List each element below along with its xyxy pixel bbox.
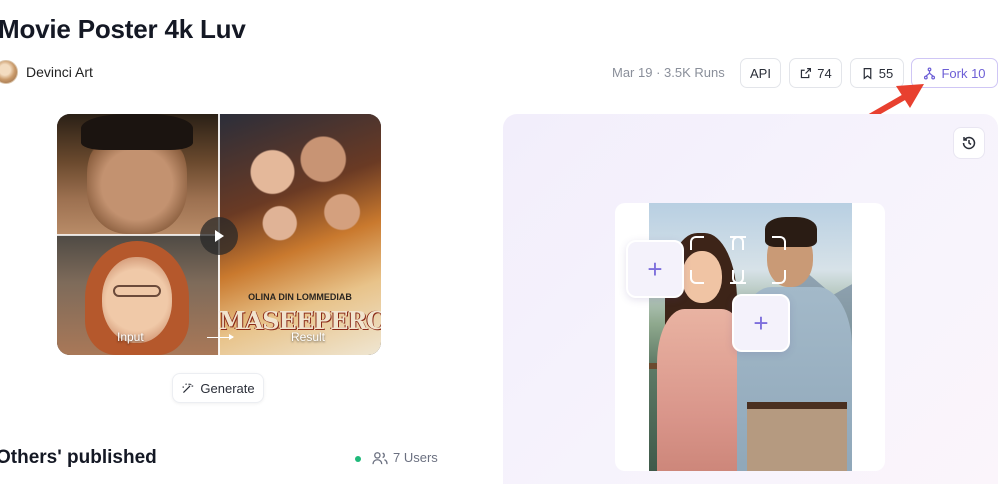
poster-subtitle: OLINA DIN LOMMEDIAB — [248, 292, 352, 302]
magic-wand-icon — [182, 382, 194, 393]
add-face-button[interactable]: + — [626, 240, 684, 298]
preview-media[interactable]: OLINA DIN LOMMEDIAB MASEEPERCII Input Re… — [57, 114, 381, 355]
play-button[interactable] — [200, 217, 238, 255]
page: Movie Poster 4k Luv Devinci Art Mar 19 ·… — [0, 0, 1004, 484]
pants — [747, 409, 847, 471]
history-button[interactable] — [953, 127, 985, 159]
share-count: 74 — [817, 65, 832, 81]
belt — [747, 402, 847, 409]
author-name[interactable]: Devinci Art — [26, 64, 93, 80]
others-published-heading: Others' published — [0, 447, 157, 468]
avatar[interactable] — [0, 60, 18, 84]
add-face-button[interactable]: + — [732, 294, 790, 352]
input-caption: Input — [117, 330, 144, 344]
author[interactable]: Devinci Art — [0, 60, 93, 84]
fork-label: Fork 10 — [941, 65, 986, 81]
divider — [57, 234, 219, 236]
users-count[interactable]: 7 Users — [372, 450, 438, 465]
input-photo-man — [57, 114, 219, 235]
page-title: Movie Poster 4k Luv — [0, 14, 246, 44]
generate-label: Generate — [200, 380, 255, 396]
generate-button[interactable]: Generate — [172, 373, 264, 403]
api-button-label: API — [750, 65, 771, 81]
plus-icon: + — [647, 253, 663, 284]
arrow-right-icon — [207, 334, 234, 340]
hair — [81, 114, 193, 150]
poster-figures — [229, 124, 374, 284]
result-poster: OLINA DIN LOMMEDIAB MASEEPERCII — [219, 114, 381, 355]
result-caption: Result — [291, 330, 326, 344]
play-icon — [215, 230, 224, 242]
history-icon — [962, 136, 976, 150]
glasses — [113, 285, 161, 297]
share-icon — [801, 67, 812, 78]
run-meta: Mar 19 · 3.5K Runs — [612, 65, 725, 80]
api-button[interactable]: API — [740, 58, 781, 88]
status-dot — [355, 456, 361, 462]
users-icon — [372, 451, 388, 464]
face-target-frame-man — [732, 236, 786, 284]
plus-icon: + — [753, 307, 769, 338]
users-label: 7 Users — [393, 450, 438, 465]
